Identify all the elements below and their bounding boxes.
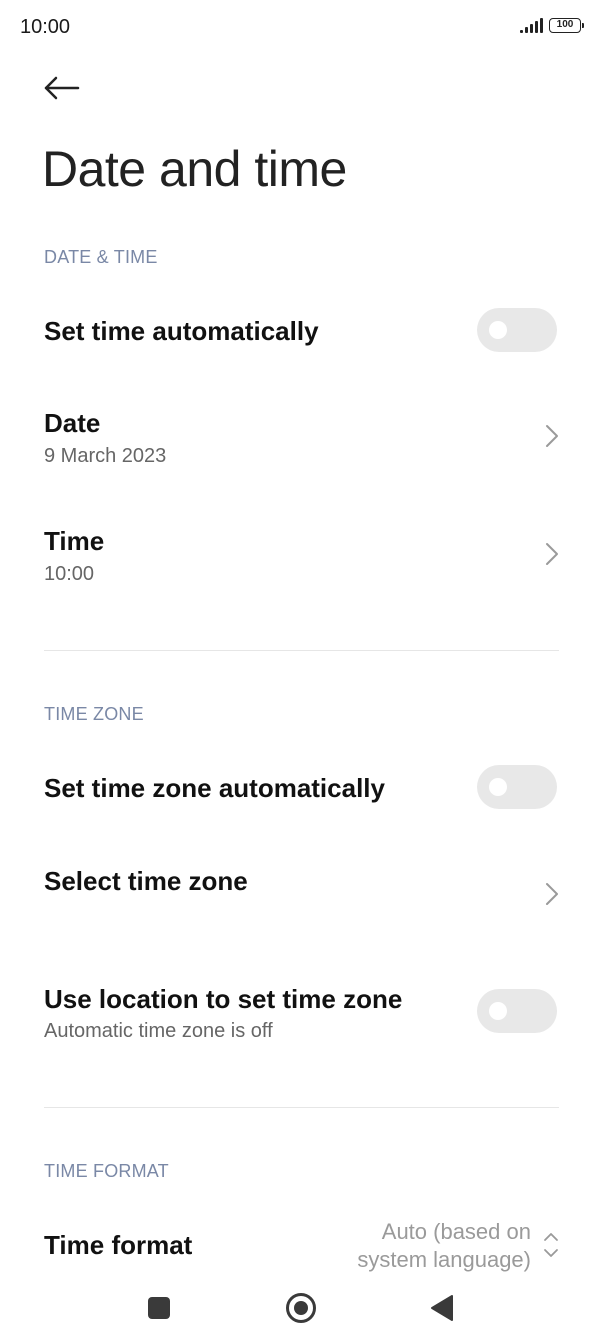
date-row[interactable]: Date 9 March 2023 (0, 400, 603, 480)
toggle-knob (489, 321, 507, 339)
use-location-label: Use location to set time zone (44, 984, 403, 1014)
set-time-zone-automatically-label: Set time zone automatically (44, 773, 385, 803)
set-time-automatically-label: Set time automatically (44, 316, 319, 346)
chevron-right-icon (546, 543, 558, 565)
battery-icon: 100 (549, 18, 584, 33)
back-button[interactable] (40, 68, 84, 108)
section-header-time-format: TIME FORMAT (44, 1161, 169, 1181)
select-time-zone-row[interactable]: Select time zone (0, 858, 603, 928)
recent-apps-button[interactable] (148, 1297, 170, 1319)
toggle-knob (489, 778, 507, 796)
set-time-zone-automatically-row[interactable]: Set time zone automatically (0, 757, 603, 819)
set-time-zone-automatically-toggle[interactable] (477, 765, 557, 809)
section-divider (44, 1107, 559, 1108)
chevron-right-icon (546, 883, 558, 905)
time-label: Time (44, 526, 105, 556)
status-bar-icons: 100 (520, 18, 584, 33)
time-row[interactable]: Time 10:00 (0, 518, 603, 598)
set-time-automatically-toggle[interactable] (477, 308, 557, 352)
status-bar-time: 10:00 (20, 16, 71, 38)
use-location-toggle[interactable] (477, 989, 557, 1033)
time-format-label: Time format (44, 1230, 193, 1260)
home-button[interactable] (286, 1293, 316, 1323)
date-label: Date (44, 408, 101, 438)
section-header-date-time: DATE & TIME (44, 247, 158, 267)
section-divider (44, 650, 559, 651)
set-time-automatically-row[interactable]: Set time automatically (0, 300, 603, 362)
back-triangle-button[interactable] (430, 1294, 454, 1322)
time-value: 10:00 (44, 563, 95, 585)
chevron-right-icon (546, 425, 558, 447)
home-icon (294, 1301, 308, 1315)
date-time-settings-screen: 10:00 100 Date and time DATE & TIME Set … (0, 0, 603, 1342)
chevron-up-down-icon (544, 1233, 558, 1257)
time-format-value-line1: Auto (based on (381, 1219, 531, 1244)
back-arrow-icon (44, 76, 80, 100)
system-navigation-bar (0, 1280, 603, 1342)
time-format-value[interactable]: Auto (based on system language) (357, 1218, 531, 1274)
section-header-time-zone: TIME ZONE (44, 704, 144, 724)
use-location-summary: Automatic time zone is off (44, 1020, 273, 1042)
toggle-knob (489, 1002, 507, 1020)
battery-level: 100 (556, 19, 574, 30)
page-title: Date and time (42, 141, 347, 197)
date-value: 9 March 2023 (44, 445, 167, 467)
select-time-zone-label: Select time zone (44, 866, 248, 896)
signal-icon (520, 18, 543, 33)
time-format-value-line2: system language) (357, 1247, 531, 1272)
use-location-row[interactable]: Use location to set time zone Automatic … (0, 976, 603, 1056)
